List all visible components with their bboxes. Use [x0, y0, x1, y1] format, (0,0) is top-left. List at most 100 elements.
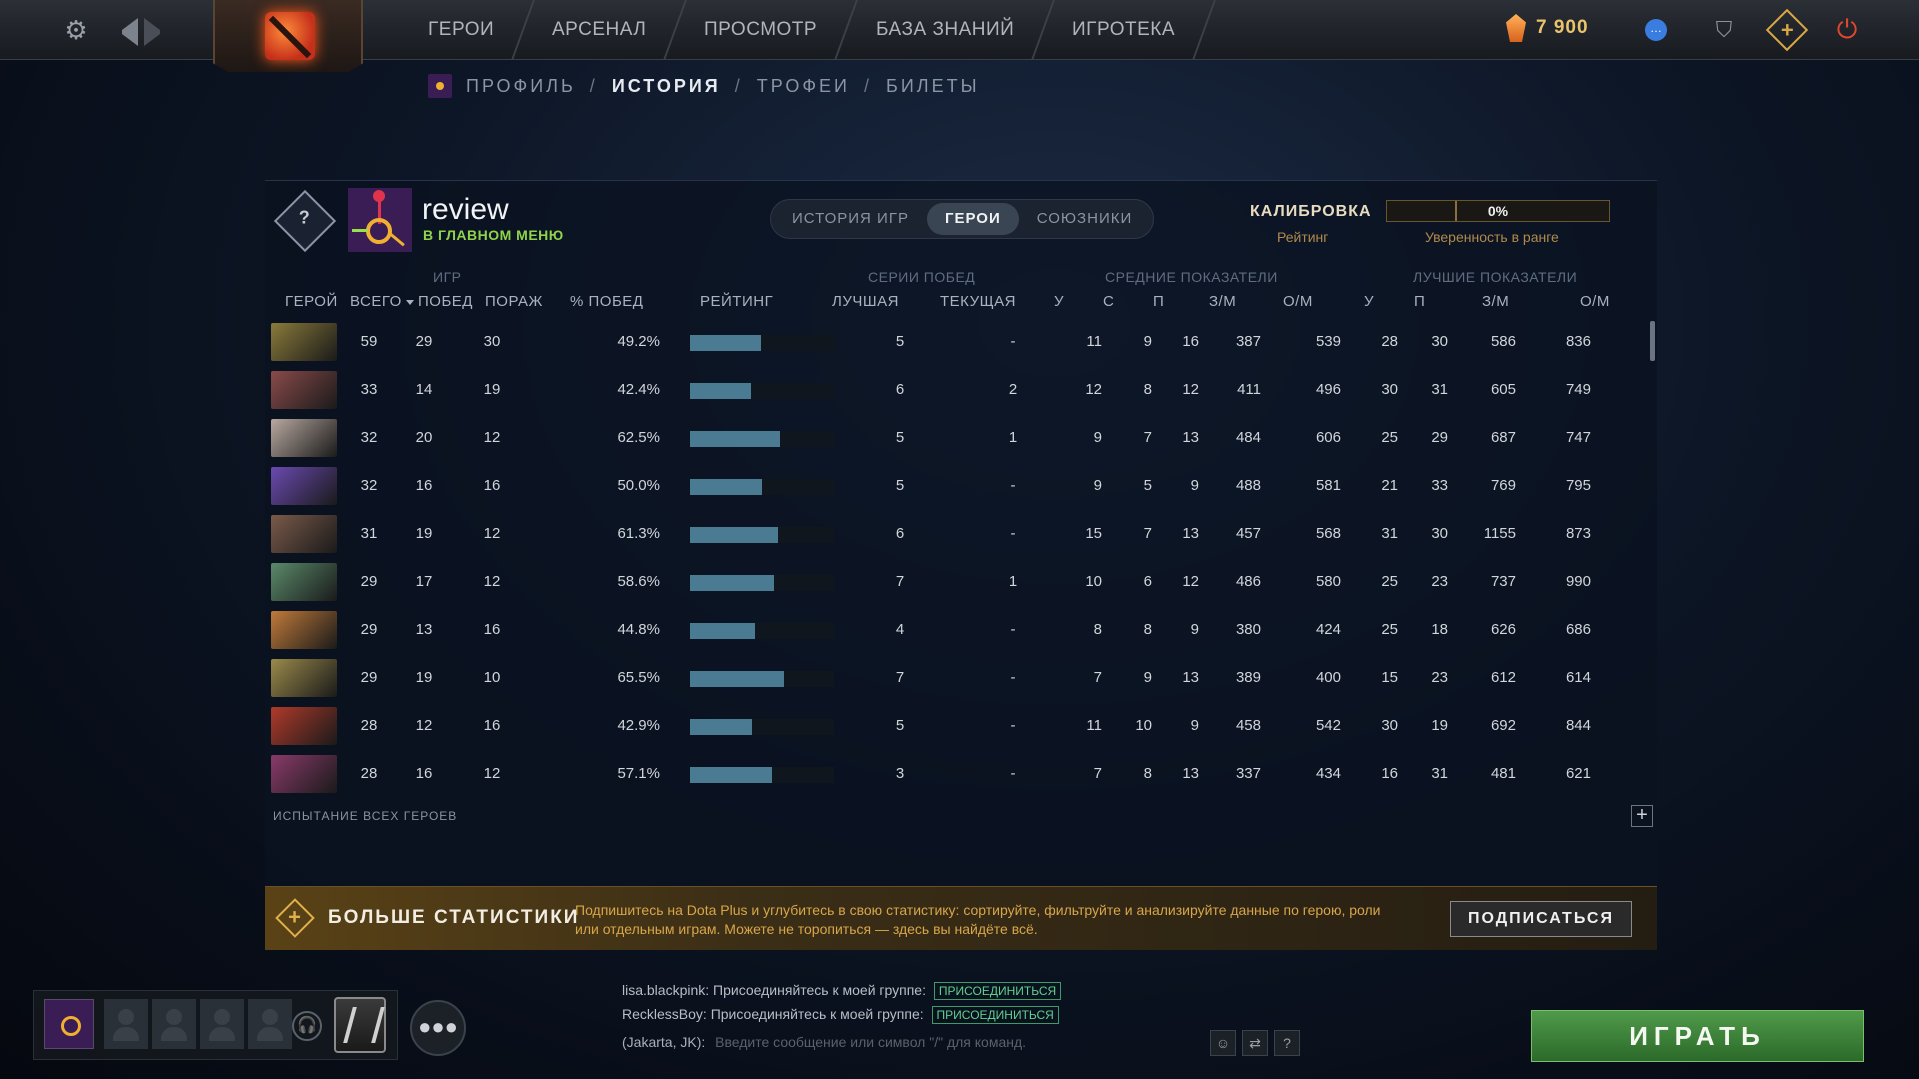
- cell-current-streak: 1: [1008, 429, 1018, 446]
- cell-wins: 16: [415, 765, 433, 782]
- col-avg-assists[interactable]: П: [1153, 293, 1164, 310]
- cell-wins: 14: [415, 381, 433, 398]
- chat-input[interactable]: (Jakarta, JK): Введите сообщение или сим…: [622, 1028, 1302, 1056]
- col-best-kills[interactable]: У: [1364, 293, 1374, 310]
- col-losses[interactable]: ПОРАЖ: [485, 293, 543, 310]
- nav-arcade[interactable]: ИГРОТЕКА: [1032, 0, 1216, 60]
- armory-icon[interactable]: ⛉: [1704, 10, 1744, 50]
- col-total[interactable]: ВСЕГО: [350, 293, 414, 310]
- cell-avg-kills: 7: [1093, 765, 1102, 782]
- voice-chat-icon[interactable]: 🎧: [292, 1011, 322, 1041]
- cell-avg-assists: 9: [1190, 621, 1199, 638]
- dota-logo-button[interactable]: [213, 0, 363, 72]
- table-row[interactable]: 31 19 12 61.3% 6 - 15 7 13 457 568 31 30 1155 873: [265, 513, 1635, 557]
- table-row[interactable]: 59 29 30 49.2% 5 - 11 9 16 387 539 28 30 586 836: [265, 321, 1635, 365]
- cell-winrate: 61.3%: [617, 525, 660, 542]
- table-row[interactable]: 28 16 12 57.1% 3 - 7 8 13 337 434 16 31 481 621: [265, 753, 1635, 797]
- breadcrumb-history[interactable]: ИСТОРИЯ: [612, 76, 721, 97]
- breadcrumb-tickets[interactable]: БИЛЕТЫ: [886, 76, 980, 97]
- table-row[interactable]: 29 17 12 58.6% 7 1 10 6 12 486 580 25 23 737 990: [265, 561, 1635, 605]
- party-my-avatar[interactable]: [44, 999, 94, 1049]
- tab-match-history[interactable]: ИСТОРИЯ ИГР: [774, 203, 927, 235]
- cell-avg-kills: 15: [1085, 525, 1102, 542]
- power-icon[interactable]: ⏻: [1830, 13, 1864, 47]
- shards-balance[interactable]: 7 900: [1506, 14, 1589, 42]
- expand-plus-button[interactable]: +: [1631, 805, 1653, 827]
- party-empty-slot[interactable]: [152, 999, 196, 1049]
- hero-portrait[interactable]: [271, 659, 337, 697]
- shard-icon: [1506, 14, 1526, 42]
- nav-watch[interactable]: ПРОСМОТР: [665, 0, 859, 60]
- lobby-list-icon[interactable]: ●●●: [410, 1000, 466, 1056]
- cell-best-kills: 16: [1381, 765, 1398, 782]
- cell-best-xpm: 990: [1565, 573, 1591, 590]
- emoji-icon[interactable]: ☺: [1210, 1030, 1236, 1056]
- nav-knowledge-base[interactable]: БАЗА ЗНАНИЙ: [836, 0, 1055, 60]
- chat-channel[interactable]: (Jakarta, JK):: [622, 1034, 705, 1050]
- hero-portrait[interactable]: [271, 515, 337, 553]
- forward-arrow-icon[interactable]: [144, 18, 162, 46]
- cell-avg-assists: 13: [1182, 525, 1199, 542]
- table-scrollbar[interactable]: [1650, 321, 1655, 361]
- table-row[interactable]: 28 12 16 42.9% 5 - 11 10 9 458 542 30 19 692 844: [265, 705, 1635, 749]
- col-avg-gpm[interactable]: З/М: [1209, 293, 1236, 310]
- col-winrate[interactable]: % ПОБЕД: [570, 293, 643, 310]
- party-empty-slot[interactable]: [104, 999, 148, 1049]
- cell-avg-gpm: 411: [1237, 381, 1261, 398]
- nav-arsenal[interactable]: АРСЕНАЛ: [513, 0, 688, 60]
- all-heroes-challenge-link[interactable]: ИСПЫТАНИЕ ВСЕХ ГЕРОЕВ: [273, 809, 457, 823]
- party-empty-slot[interactable]: [248, 999, 292, 1049]
- cell-avg-kills: 11: [1086, 333, 1102, 350]
- hero-portrait[interactable]: [271, 323, 337, 361]
- cell-avg-gpm: 484: [1235, 429, 1261, 446]
- cell-wins: 16: [415, 477, 433, 494]
- tab-heroes[interactable]: ГЕРОИ: [926, 203, 1019, 235]
- col-avg-deaths[interactable]: С: [1103, 293, 1114, 310]
- breadcrumb-separator: /: [734, 75, 743, 96]
- join-party-button[interactable]: ПРИСОЕДИНИТЬСЯ: [931, 1006, 1059, 1025]
- rank-badge[interactable]: ?: [273, 189, 337, 253]
- table-row[interactable]: 32 16 16 50.0% 5 - 9 5 9 488 581 21 33 769 795: [265, 465, 1635, 509]
- col-best-assists[interactable]: П: [1414, 293, 1425, 310]
- hero-portrait[interactable]: [271, 419, 337, 457]
- cell-best-gpm: 481: [1490, 765, 1516, 782]
- hero-portrait[interactable]: [271, 707, 337, 745]
- hero-portrait[interactable]: [271, 611, 337, 649]
- avatar[interactable]: [348, 188, 412, 252]
- breadcrumb-trophies[interactable]: ТРОФЕИ: [757, 76, 850, 97]
- party-empty-slot[interactable]: [200, 999, 244, 1049]
- col-avg-xpm[interactable]: О/М: [1283, 293, 1313, 310]
- col-best-xpm[interactable]: О/М: [1580, 293, 1610, 310]
- breadcrumb-profile[interactable]: ПРОФИЛЬ: [466, 76, 576, 97]
- hero-portrait[interactable]: [271, 563, 337, 601]
- gear-icon[interactable]: ⚙: [62, 16, 90, 44]
- table-row[interactable]: 29 19 10 65.5% 7 - 7 9 13 389 400 15 23 612 614: [265, 657, 1635, 701]
- rank-medal-icon[interactable]: [334, 997, 386, 1053]
- nav-heroes[interactable]: ГЕРОИ: [389, 0, 536, 60]
- col-avg-kills[interactable]: У: [1054, 293, 1064, 310]
- cell-avg-kills: 7: [1093, 669, 1102, 686]
- chat-icon[interactable]: …: [1636, 10, 1676, 50]
- hero-portrait[interactable]: [271, 467, 337, 505]
- col-current-streak[interactable]: ТЕКУЩАЯ: [940, 293, 1016, 310]
- table-row[interactable]: 32 20 12 62.5% 5 1 9 7 13 484 606 25 29 687 747: [265, 417, 1635, 461]
- col-hero[interactable]: ГЕРОЙ: [285, 293, 338, 310]
- table-row[interactable]: 29 13 16 44.8% 4 - 8 8 9 380 424 25 18 626 686: [265, 609, 1635, 653]
- cell-best-assists: 30: [1431, 525, 1448, 542]
- hero-portrait[interactable]: [271, 371, 337, 409]
- hero-portrait[interactable]: [271, 755, 337, 793]
- col-rating[interactable]: РЕЙТИНГ: [700, 293, 773, 310]
- col-best-gpm[interactable]: З/М: [1482, 293, 1509, 310]
- tab-allies[interactable]: СОЮЗНИКИ: [1019, 203, 1151, 235]
- table-row[interactable]: 33 14 19 42.4% 6 2 12 8 12 411 496 30 31 605 749: [265, 369, 1635, 413]
- help-icon[interactable]: ?: [1274, 1030, 1300, 1056]
- join-party-button[interactable]: ПРИСОЕДИНИТЬСЯ: [933, 982, 1062, 1001]
- subscribe-button[interactable]: ПОДПИСАТЬСЯ: [1450, 901, 1632, 937]
- breadcrumb-separator: /: [863, 75, 872, 96]
- col-wins[interactable]: ПОБЕД: [418, 293, 473, 310]
- back-arrow-icon[interactable]: [120, 18, 138, 46]
- play-button[interactable]: ИГРАТЬ: [1531, 1010, 1864, 1062]
- dota-plus-icon[interactable]: +: [1765, 8, 1809, 52]
- col-best-streak[interactable]: ЛУЧШАЯ: [832, 293, 899, 310]
- chat-options-icon[interactable]: ⇄: [1242, 1030, 1268, 1056]
